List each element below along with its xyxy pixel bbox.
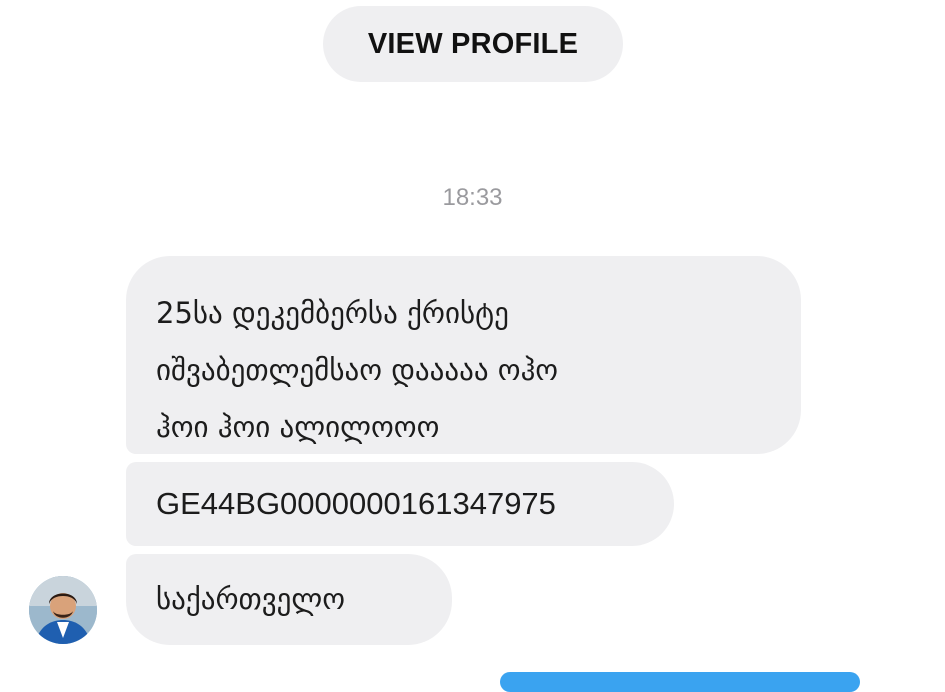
message-line: იშვაბეთლემსაო დააააა ოჰო xyxy=(156,353,559,387)
outgoing-message-bubble[interactable] xyxy=(500,672,860,692)
message-line: 25სა დეკემბერსა ქრისტე xyxy=(156,296,509,330)
message-bubble[interactable]: 25სა დეკემბერსა ქრისტე იშვაბეთლემსაო დაა… xyxy=(126,256,801,454)
message-line: ჰოი ჰოი ალილოოო xyxy=(156,410,440,444)
user-photo-icon xyxy=(29,576,97,644)
message-timestamp: 18:33 xyxy=(442,184,503,211)
avatar[interactable] xyxy=(29,576,97,644)
message-bubble[interactable]: საქართველო xyxy=(126,554,452,645)
view-profile-button[interactable]: VIEW PROFILE xyxy=(323,6,623,82)
message-bubble[interactable]: GE44BG0000000161347975 xyxy=(126,462,674,546)
